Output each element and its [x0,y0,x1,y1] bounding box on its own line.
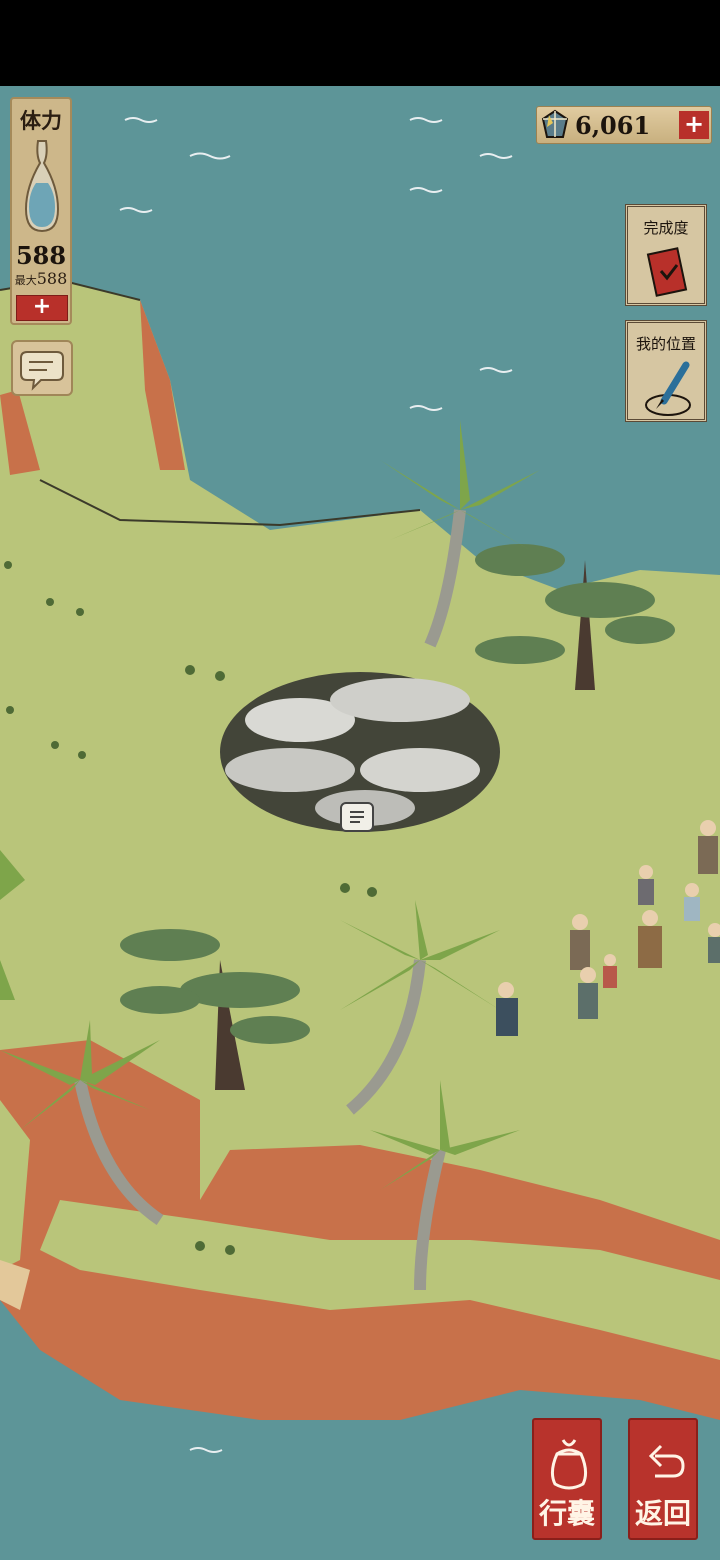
currency-value: 6,061 [575,111,651,140]
back-label: 返回 [634,1497,691,1530]
stamina-max: 最大588 [12,269,70,288]
bundle-icon [550,1439,588,1490]
stamina-value: 588 [15,241,67,270]
status-bar [0,0,720,86]
event-speech-bubble-icon[interactable] [340,802,374,832]
back-button[interactable]: 返回 [628,1418,698,1540]
completion-label: 完成度 [643,219,689,237]
gem-icon [541,109,569,138]
currency-add-button[interactable]: + [679,111,709,139]
back-arrow-icon [648,1444,685,1478]
stamina-title: 体力 [20,108,62,133]
stamina-max-value: 588 [36,269,68,288]
my-location-button[interactable]: 我的位置 [625,320,707,422]
stamina-add-button[interactable]: + [16,295,68,321]
currency-display: 6,061 + [536,106,712,144]
bag-button[interactable]: 行囊 [532,1418,602,1540]
gourd-icon [24,140,60,233]
stamina-panel: 体力 588 最大588 + [10,97,72,325]
bag-label: 行囊 [538,1497,595,1530]
game-map[interactable] [0,86,720,1560]
stamina-max-label: 最大 [14,274,37,287]
chat-button[interactable] [11,340,73,396]
my-location-label: 我的位置 [635,335,696,353]
completion-book-icon [646,247,688,297]
completion-button[interactable]: 完成度 [625,204,707,306]
chat-bubble-icon [20,351,64,391]
brush-location-icon [645,361,691,416]
